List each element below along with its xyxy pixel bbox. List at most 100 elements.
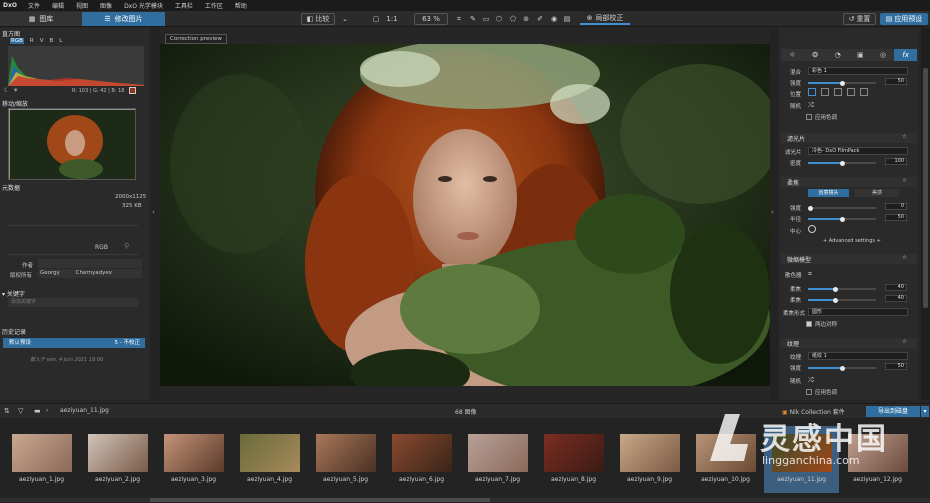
softfocus-strength-value[interactable]: 0 (885, 203, 907, 210)
repair-icon[interactable]: ✐ (535, 13, 545, 25)
texture-select[interactable]: 纸纹 1 (808, 352, 908, 360)
density-slider[interactable] (808, 160, 876, 166)
chevron-left-icon[interactable]: ‹ (152, 208, 155, 216)
filmstrip-thumb[interactable]: aeziyuan_2.jpg (80, 426, 155, 493)
miniature-section-header[interactable]: 微缩模型 (781, 254, 917, 264)
navigator-preview[interactable] (8, 108, 136, 180)
radius-slider[interactable] (808, 216, 876, 222)
right-scrollbar[interactable] (921, 28, 930, 400)
position-top-icon[interactable] (821, 88, 829, 96)
histogram-tab-rgb[interactable]: RGB (10, 38, 24, 44)
menu-toolbar[interactable]: 工具栏 (169, 1, 199, 10)
blur1-value[interactable]: 40 (885, 284, 907, 291)
zoom-select[interactable]: 63 % (414, 13, 448, 25)
star-icon[interactable]: ☆ (902, 339, 907, 345)
blend-select[interactable]: 彩色 1 (808, 67, 908, 75)
reset-button[interactable]: ↺ 重置 (843, 13, 876, 25)
author-field[interactable] (38, 259, 142, 268)
menu-workspace[interactable]: 工作区 (199, 1, 229, 10)
filmstrip-thumb[interactable]: aeziyuan_6.jpg (384, 426, 459, 493)
blur-shape-select[interactable]: 圆形 (808, 308, 908, 316)
scatter-icon[interactable]: ⌗ (808, 270, 812, 279)
filmstrip-thumb[interactable]: aeziyuan_7.jpg (460, 426, 535, 493)
local-icon[interactable]: ◎ (871, 49, 895, 61)
sort-icon[interactable]: ⇅ (4, 407, 10, 415)
softfocus-section-header[interactable]: 柔焦 (781, 177, 917, 187)
film-select[interactable]: 冷色- DxO FilmPack (808, 147, 908, 155)
sun-icon[interactable]: ☀ (13, 87, 18, 94)
creative-lens-button[interactable]: 创意镜头 (808, 189, 849, 197)
eyedropper-icon[interactable]: ✎ (468, 13, 478, 25)
menu-file[interactable]: 文件 (22, 1, 46, 10)
moon-icon[interactable]: ☾ (4, 87, 9, 94)
filmstrip-thumb[interactable]: aeziyuan_5.jpg (308, 426, 383, 493)
zoom-ratio-button[interactable]: 1:1 (386, 13, 398, 25)
menu-edit[interactable]: 编辑 (46, 1, 70, 10)
geometry-icon[interactable]: ▣ (849, 49, 872, 61)
eye-icon[interactable]: ◉ (549, 13, 559, 25)
menu-image[interactable]: 图像 (94, 1, 118, 10)
right-scrollbar-thumb[interactable] (923, 68, 928, 308)
horizon-icon[interactable]: ▭ (481, 13, 491, 25)
histogram-tab-l[interactable]: L (59, 38, 62, 44)
filmstrip-thumb[interactable]: aeziyuan_3.jpg (156, 426, 231, 493)
image-viewer[interactable] (160, 44, 770, 386)
filter-icon[interactable]: ▽ (18, 407, 23, 415)
advanced-settings-link[interactable]: + Advanced settings + (823, 238, 881, 244)
filmstrip-thumb[interactable]: aeziyuan_8.jpg (536, 426, 611, 493)
keywords-input[interactable]: 添加关键字 (8, 298, 138, 307)
texture-strength-value[interactable]: 50 (885, 363, 907, 370)
fx-tab[interactable]: fx (894, 49, 918, 61)
apply-tone1-checkbox[interactable] (806, 114, 812, 120)
strength1-value[interactable]: 50 (885, 78, 907, 85)
blur2-value[interactable]: 40 (885, 295, 907, 302)
star-icon[interactable]: ☆ (902, 255, 907, 261)
folder-icon[interactable]: ▬ (34, 407, 41, 415)
histogram-tab-v[interactable]: V (40, 38, 44, 44)
fit-screen-icon[interactable]: ▢ (370, 13, 382, 25)
star-icon[interactable]: ☆ (902, 178, 907, 184)
left-collapse-strip[interactable]: ‹ (150, 28, 159, 400)
star-icon[interactable]: ☆ (902, 134, 907, 140)
apply-preset-button[interactable]: ▤ 应用预设 (880, 13, 928, 25)
radius-value[interactable]: 50 (885, 214, 907, 221)
blur1-slider[interactable] (808, 286, 876, 292)
softfocus-strength-slider[interactable] (808, 205, 876, 211)
filmstrip-thumb[interactable]: aeziyuan_4.jpg (232, 426, 307, 493)
blur2-slider[interactable] (808, 297, 876, 303)
apply-tone2-checkbox[interactable] (806, 389, 812, 395)
strength1-slider[interactable] (808, 80, 876, 86)
filmstrip-scrollbar-thumb[interactable] (150, 498, 490, 502)
local-adjust-button[interactable]: ⊕ 局部校正 (580, 13, 630, 25)
volume-icon[interactable]: ⬠ (508, 13, 518, 25)
density-value[interactable]: 100 (885, 158, 907, 165)
export-dropdown-icon[interactable]: ▾ (921, 406, 929, 417)
position-center-icon[interactable] (808, 88, 816, 96)
tab-customize[interactable]: ☰ 修改图片 (82, 12, 165, 26)
position-bottom-icon[interactable] (860, 88, 868, 96)
texture-section-header[interactable]: 纹理 (781, 338, 917, 348)
history-item[interactable]: 默认预设 5 - 不校正 (3, 338, 145, 348)
filmstrip-scrollbar[interactable] (0, 498, 930, 502)
filmstrip-thumb[interactable]: aeziyuan_1.jpg (4, 426, 79, 493)
sun-icon[interactable]: ☼ (781, 49, 804, 61)
copyright-field[interactable]: Georgy Chernyadyev (38, 269, 142, 278)
filmstrip-thumb[interactable]: aeziyuan_9.jpg (612, 426, 687, 493)
menu-view[interactable]: 视图 (70, 1, 94, 10)
tab-library[interactable]: ▦ 图库 (0, 12, 82, 26)
texture-strength-slider[interactable] (808, 365, 876, 371)
filter-section-header[interactable]: 滤光片 (781, 133, 917, 143)
mask-icon[interactable]: ▤ (562, 13, 572, 25)
center-target-icon[interactable] (808, 225, 816, 233)
detail-icon[interactable]: ◔ (826, 49, 850, 61)
symmetric-checkbox[interactable] (806, 321, 812, 327)
perspective-icon[interactable]: ⬡ (494, 13, 504, 25)
position-right-icon[interactable] (847, 88, 855, 96)
menu-optics[interactable]: DxO 光学模块 (118, 1, 169, 10)
histogram-tab-r[interactable]: R (30, 38, 34, 44)
menu-help[interactable]: 帮助 (229, 1, 253, 10)
shuffle-icon[interactable]: ⤮ (808, 376, 814, 385)
right-collapse-strip[interactable]: › (770, 28, 778, 400)
crop-icon[interactable]: ⌗ (454, 13, 464, 25)
beauty-button[interactable]: 美感 (855, 189, 899, 197)
